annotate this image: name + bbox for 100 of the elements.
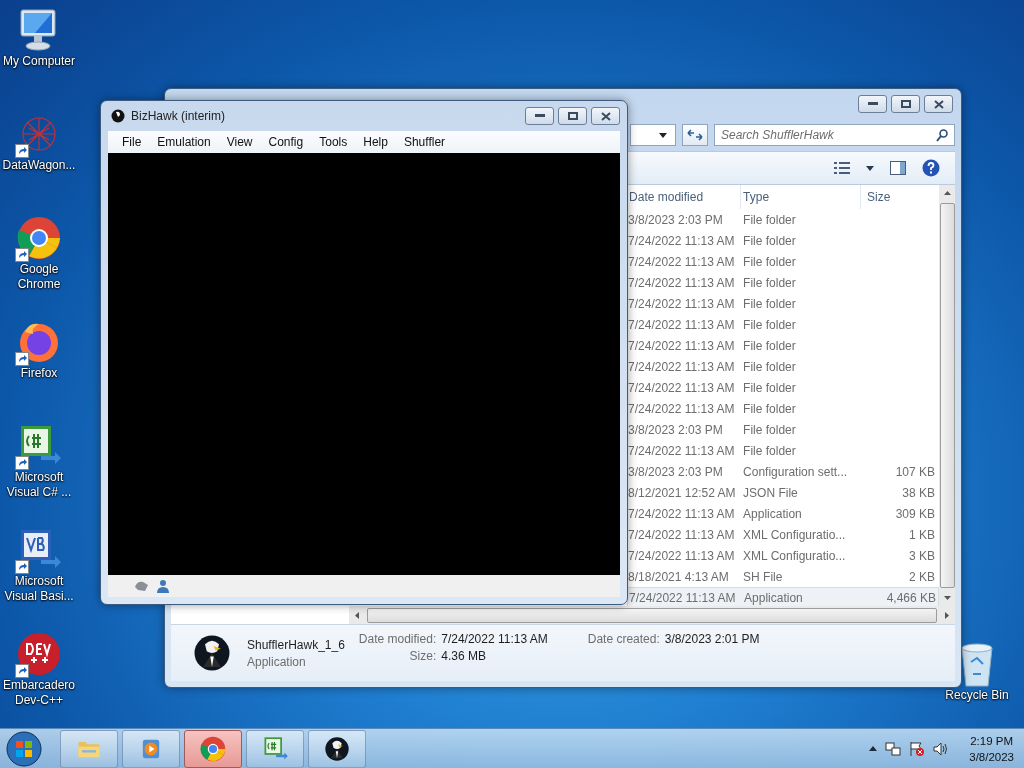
- size-cell-text: 107 KB: [894, 464, 937, 479]
- file-row[interactable]: 7/24/2022 11:13 AM File folder: [627, 230, 940, 251]
- type-cell-text: Application: [743, 590, 804, 605]
- file-row[interactable]: 7/24/2022 11:13 AM File folder: [627, 356, 940, 377]
- maximize-button[interactable]: [558, 107, 587, 125]
- menu-item[interactable]: Emulation: [149, 131, 219, 153]
- size-cell-text: 38 KB: [901, 485, 937, 500]
- caret-icon: [866, 165, 874, 171]
- date-created-value: 3/8/2023 2:01 PM: [664, 632, 760, 646]
- file-row[interactable]: 3/8/2023 2:03 PM File folder: [627, 209, 940, 230]
- column-header[interactable]: Type: [741, 185, 862, 209]
- type-cell-text: SH File: [742, 569, 784, 584]
- desktop-icon-label[interactable]: Recycle Bin: [938, 688, 1016, 703]
- column-header[interactable]: Size: [861, 185, 940, 209]
- start-button[interactable]: [6, 730, 42, 767]
- maximize-button[interactable]: [891, 95, 920, 113]
- desktop-icon-label[interactable]: Firefox: [0, 366, 78, 381]
- search-field[interactable]: Search ShufflerHawk: [714, 124, 955, 146]
- clock[interactable]: 2:19 PM 3/8/2023: [969, 732, 1014, 765]
- size-value: 4.36 MB: [441, 649, 487, 663]
- menu-item[interactable]: View: [218, 131, 261, 153]
- menu-item[interactable]: Config: [260, 131, 312, 153]
- file-row[interactable]: 7/24/2022 11:13 AM XML Configuratio... 1 KB: [627, 524, 940, 545]
- speaker-icon[interactable]: [933, 740, 950, 757]
- type-cell-text: Configuration sett...: [742, 464, 849, 479]
- horizontal-scrollbar[interactable]: [349, 606, 955, 624]
- date-cell-text: 7/24/2022 11:13 AM: [627, 401, 736, 416]
- minimize-button[interactable]: [858, 95, 887, 113]
- date-cell-text: 7/24/2022 11:13 AM: [627, 233, 736, 248]
- close-button[interactable]: [591, 107, 620, 125]
- user-icon[interactable]: [156, 579, 170, 593]
- date-modified-value: 7/24/2022 11:13 AM: [441, 632, 548, 646]
- type-cell-text: File folder: [742, 359, 797, 374]
- file-row[interactable]: 7/24/2022 11:13 AM File folder: [627, 335, 940, 356]
- date-cell-text: 7/24/2022 11:13 AM: [627, 254, 736, 269]
- show-hidden-icons-icon[interactable]: [869, 746, 878, 751]
- date-cell-text: 7/24/2022 11:13 AM: [627, 359, 736, 374]
- file-row[interactable]: 7/24/2022 11:13 AM File folder: [627, 251, 940, 272]
- file-row[interactable]: 7/24/2022 11:13 AM Application 309 KB: [627, 503, 940, 524]
- type-cell-text: File folder: [742, 422, 797, 437]
- date-cell-text: 8/12/2021 12:52 AM: [627, 485, 737, 500]
- menu-item[interactable]: File: [114, 131, 150, 153]
- address-dropdown[interactable]: [630, 124, 676, 146]
- desktop-icon-label[interactable]: Microsoft Visual C# ...: [0, 470, 78, 500]
- file-row[interactable]: 7/24/2022 11:13 AM File folder: [627, 377, 940, 398]
- window-title: BizHawk (interim): [131, 109, 225, 123]
- scroll-down-arrow-icon: [943, 596, 951, 600]
- size-cell-text: 1 KB: [908, 527, 937, 542]
- type-cell-text: File folder: [742, 254, 797, 269]
- taskbar-button[interactable]: [308, 729, 366, 768]
- flag-icon[interactable]: [909, 740, 926, 757]
- type-cell-text: File folder: [742, 443, 797, 458]
- file-row[interactable]: 7/24/2022 11:13 AM File folder: [627, 398, 940, 419]
- desktop-icon-label[interactable]: Microsoft Visual Basi...: [0, 574, 78, 604]
- desktop-icon-label[interactable]: Google Chrome: [0, 262, 78, 292]
- date-created-label: Date created:: [587, 632, 660, 646]
- vertical-scrollbar[interactable]: [939, 185, 955, 606]
- minimize-icon: [867, 102, 878, 106]
- file-row[interactable]: 7/24/2022 11:13 AM File folder: [627, 272, 940, 293]
- date-cell-text: 7/24/2022 11:13 AM: [627, 338, 736, 353]
- type-cell-text: File folder: [742, 317, 797, 332]
- date-cell-text: 7/24/2022 11:13 AM: [627, 275, 736, 290]
- desktop-icon-label[interactable]: Embarcadero Dev-C++: [0, 678, 78, 708]
- minimize-button[interactable]: [525, 107, 554, 125]
- chrome-icon[interactable]: [15, 214, 63, 262]
- date-cell-text: 3/8/2023 2:03 PM: [627, 464, 724, 479]
- file-name: ShufflerHawk_1_6: [247, 637, 345, 652]
- date-cell-text: 3/8/2023 2:03 PM: [627, 422, 724, 437]
- file-row[interactable]: 8/12/2021 12:52 AM JSON File 38 KB: [627, 482, 940, 503]
- recycle-bin-icon[interactable]: [959, 642, 995, 688]
- size-cell-text: 3 KB: [908, 548, 937, 563]
- file-row[interactable]: 3/8/2023 2:03 PM Configuration sett... 107 KB: [627, 461, 940, 482]
- date-cell-text: 7/24/2022 11:13 AM: [627, 296, 736, 311]
- file-row[interactable]: 3/8/2023 2:03 PM File folder: [627, 419, 940, 440]
- date-cell-text: 3/8/2023 2:03 PM: [627, 212, 724, 227]
- close-button[interactable]: [924, 95, 953, 113]
- date-cell-text: 7/24/2022 11:13 AM: [627, 506, 736, 521]
- menu-item[interactable]: Shuffler: [395, 131, 454, 153]
- refresh-button[interactable]: [682, 124, 708, 146]
- file-row[interactable]: 8/18/2021 4:13 AM SH File 2 KB: [627, 566, 940, 587]
- file-row[interactable]: 7/24/2022 11:13 AM File folder: [627, 440, 940, 461]
- network-icon[interactable]: [885, 740, 902, 757]
- file-row[interactable]: 7/24/2022 11:13 AM Application 4,466 KB: [627, 587, 940, 608]
- scroll-up-arrow-icon: [943, 191, 951, 195]
- date-cell-text: 7/24/2022 11:13 AM: [627, 527, 736, 542]
- desktop-icon-label[interactable]: DataWagon...: [0, 158, 78, 173]
- size-cell-text: 2 KB: [908, 569, 937, 584]
- dropdown-caret-icon: [659, 132, 667, 138]
- close-icon: [600, 111, 611, 121]
- menu-item[interactable]: Tools: [311, 131, 356, 153]
- desktop-icon-label[interactable]: My Computer: [0, 54, 78, 69]
- file-row[interactable]: 7/24/2022 11:13 AM XML Configuratio... 3 KB: [627, 545, 940, 566]
- file-row[interactable]: 7/24/2022 11:13 AM File folder: [627, 293, 940, 314]
- minimize-icon: [534, 114, 545, 118]
- date-cell-text: 7/24/2022 11:13 AM: [628, 590, 737, 605]
- dev-cpp-icon[interactable]: [15, 630, 63, 678]
- eagle-icon: [323, 734, 351, 763]
- date-cell-text: 7/24/2022 11:13 AM: [627, 443, 736, 458]
- menu-item[interactable]: Help: [355, 131, 396, 153]
- file-row[interactable]: 7/24/2022 11:13 AM File folder: [627, 314, 940, 335]
